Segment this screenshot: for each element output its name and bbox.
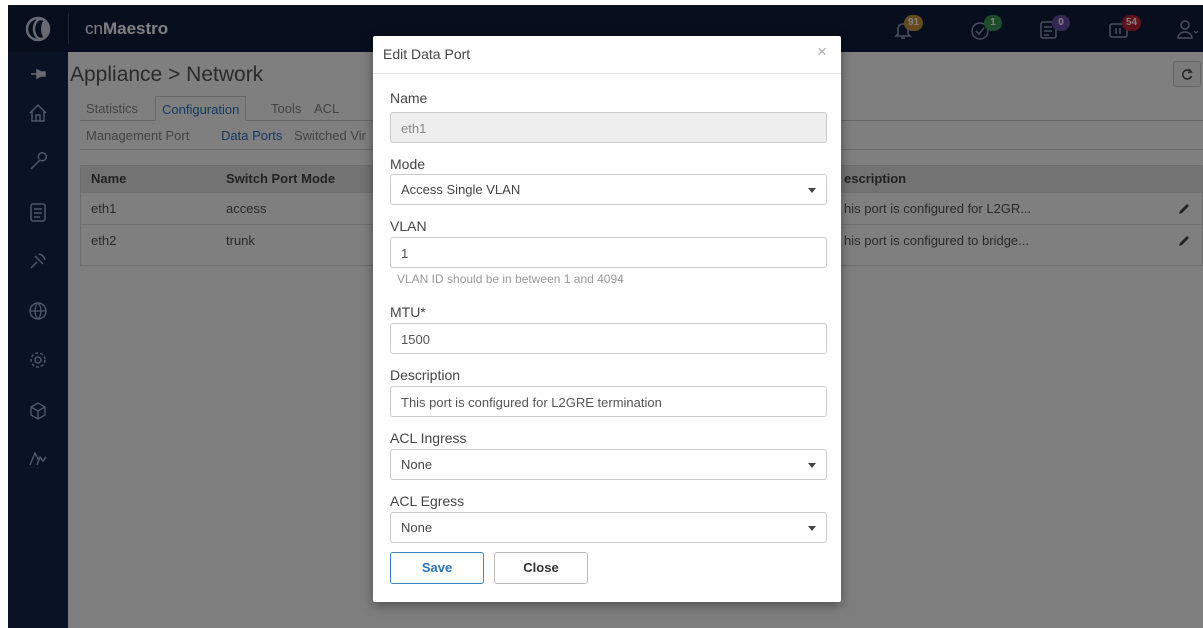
dialog-header: Edit Data Port × — [373, 36, 841, 74]
mode-select[interactable]: Access Single VLAN — [390, 174, 827, 205]
chevron-down-icon — [808, 526, 816, 531]
acl-egress-label: ACL Egress — [390, 493, 465, 509]
mode-label: Mode — [390, 156, 426, 172]
name-label: Name — [390, 90, 428, 106]
save-button[interactable]: Save — [390, 552, 484, 584]
edit-data-port-dialog: Edit Data Port × Name eth1 Mode Access S… — [373, 36, 841, 602]
chevron-down-icon — [808, 463, 816, 468]
description-label: Description — [390, 367, 461, 383]
acl-ingress-select[interactable]: None — [390, 449, 827, 480]
acl-egress-select[interactable]: None — [390, 512, 827, 543]
acl-egress-selected-value: None — [401, 520, 433, 535]
dialog-title: Edit Data Port — [383, 46, 471, 62]
vlan-help-text: VLAN ID should be in between 1 and 4094 — [397, 272, 624, 286]
close-icon[interactable]: × — [817, 42, 827, 62]
app-window: cnMaestro 91 1 0 — [8, 5, 1203, 628]
mtu-label: MTU* — [390, 304, 426, 320]
mode-selected-value: Access Single VLAN — [401, 182, 521, 197]
acl-ingress-label: ACL Ingress — [390, 430, 467, 446]
vlan-field[interactable]: 1 — [390, 237, 827, 268]
description-field[interactable]: This port is configured for L2GRE termin… — [390, 386, 827, 417]
vlan-label: VLAN — [390, 218, 427, 234]
chevron-down-icon — [808, 188, 816, 193]
close-button[interactable]: Close — [494, 552, 588, 584]
name-field: eth1 — [390, 112, 827, 143]
acl-ingress-selected-value: None — [401, 457, 433, 472]
mtu-field[interactable]: 1500 — [390, 323, 827, 354]
